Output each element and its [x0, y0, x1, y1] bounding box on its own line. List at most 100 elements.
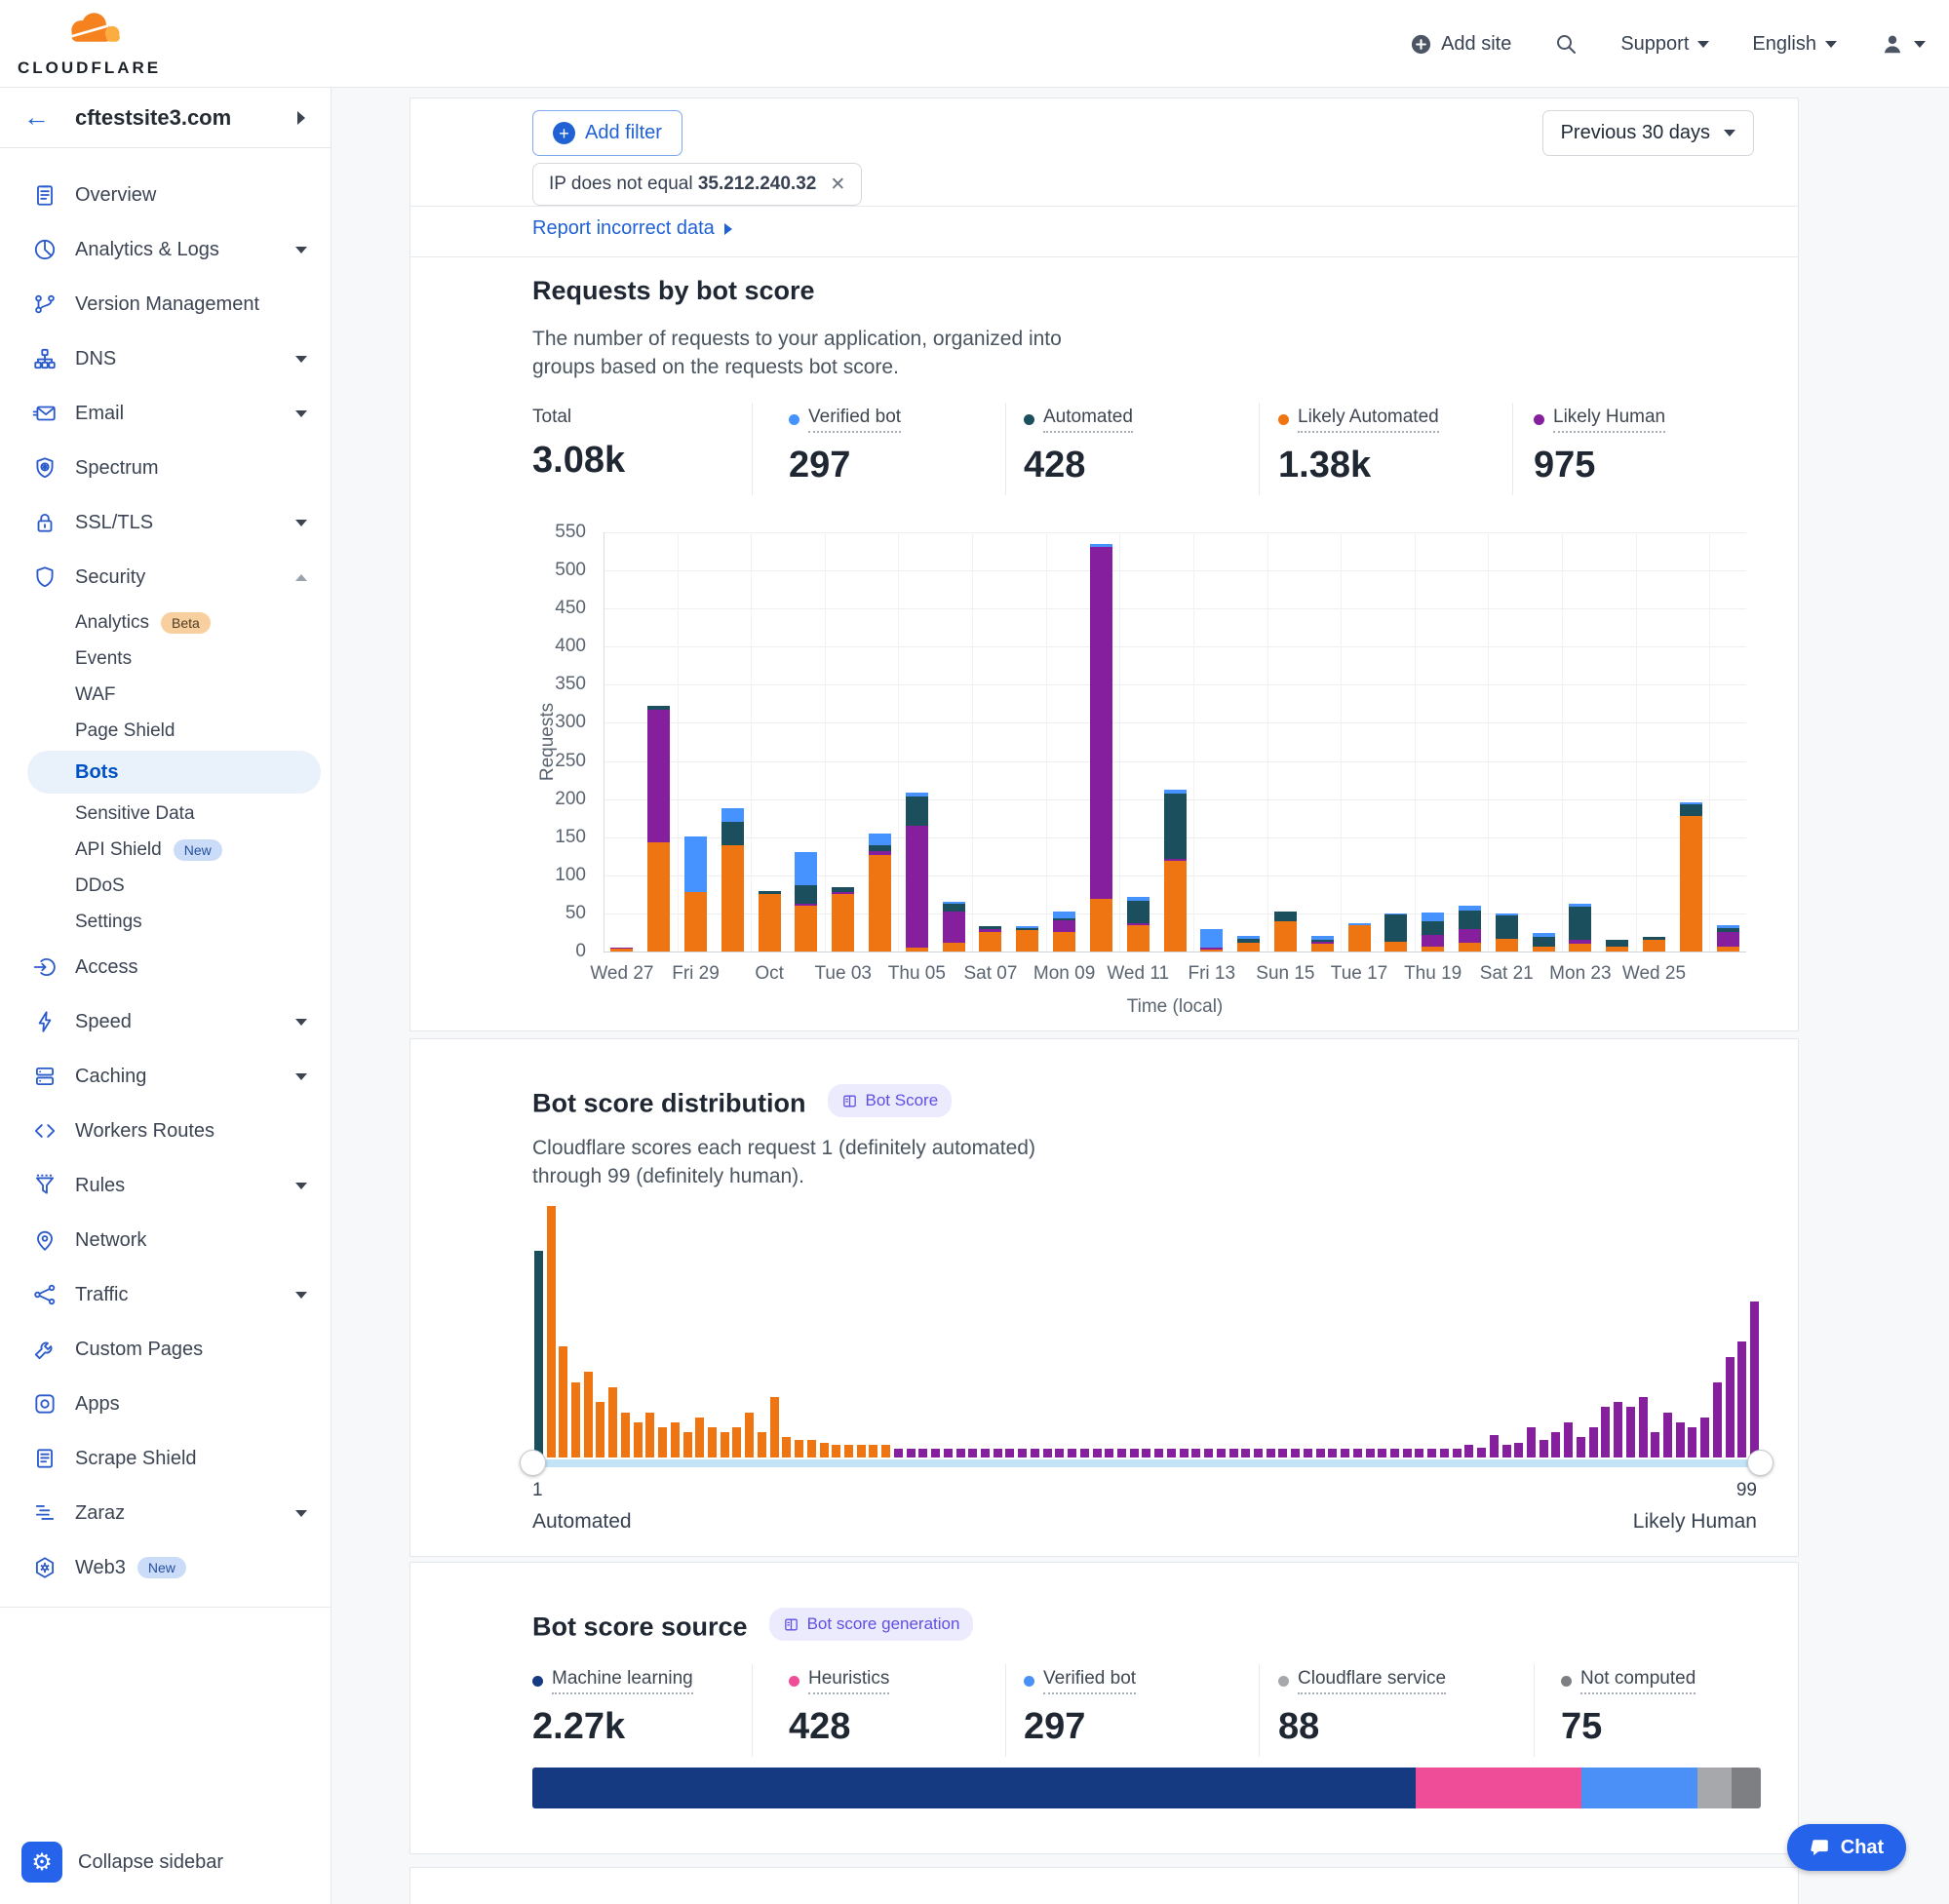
legend-dot: [1024, 1676, 1034, 1687]
chevron-right-icon[interactable]: [297, 111, 305, 125]
histogram-bar: [1427, 1449, 1436, 1457]
bar-segment-likely-human: [1311, 942, 1334, 944]
stat-label[interactable]: Machine learning: [552, 1668, 693, 1694]
filter-chip[interactable]: IP does not equal 35.212.240.32 ✕: [532, 163, 862, 206]
sidebar-item-sensitive-data[interactable]: Sensitive Data: [0, 796, 331, 832]
histogram-bar: [1688, 1427, 1696, 1457]
stat-machine-learning: Machine learning2.27k: [532, 1668, 693, 1748]
sidebar-item-workers-routes[interactable]: Workers Routes: [0, 1104, 331, 1158]
sidebar-item-custom-pages[interactable]: Custom Pages: [0, 1322, 331, 1377]
sidebar-item-label: Analytics & Logs: [75, 239, 219, 261]
stat-label[interactable]: Likely Automated: [1298, 407, 1439, 433]
back-arrow-icon[interactable]: ←: [23, 104, 50, 131]
add-site-button[interactable]: Add site: [1410, 33, 1511, 56]
sidebar-item-ddos[interactable]: DDoS: [0, 868, 331, 904]
source-stats: Machine learning2.27kHeuristics428Verifi…: [410, 1668, 1798, 1770]
bar-segment-likely-human: [795, 904, 817, 906]
slider-handle-max[interactable]: [1747, 1450, 1774, 1476]
plus-circle-icon: [1410, 33, 1432, 56]
sidebar-item-spectrum[interactable]: Spectrum: [0, 441, 331, 495]
histogram-bar: [1440, 1449, 1449, 1457]
bar-segment-verified-bot: [1200, 929, 1223, 949]
chevron-down-icon: [1697, 41, 1709, 48]
histogram-bar: [1316, 1449, 1325, 1457]
bot-score-generation-badge[interactable]: Bot score generation: [769, 1608, 974, 1641]
sidebar-item-access[interactable]: Access: [0, 940, 331, 994]
sidebar-item-scrape-shield[interactable]: Scrape Shield: [0, 1431, 331, 1486]
close-icon[interactable]: ✕: [830, 174, 845, 196]
gridline: [1636, 532, 1637, 952]
language-menu[interactable]: English: [1752, 33, 1837, 56]
sidebar-item-dns[interactable]: DNS: [0, 331, 331, 386]
histogram-bar: [981, 1449, 990, 1457]
histogram-bar: [968, 1449, 977, 1457]
report-incorrect-data-link[interactable]: Report incorrect data: [532, 217, 732, 240]
sidebar-item-web3[interactable]: Web3New: [0, 1540, 331, 1595]
stat-label[interactable]: Not computed: [1580, 1668, 1696, 1694]
histogram-bar: [559, 1346, 567, 1457]
legend-dot: [1561, 1676, 1572, 1687]
sidebar-item-speed[interactable]: Speed: [0, 994, 331, 1049]
histogram-bar: [918, 1449, 927, 1457]
histogram-bar: [832, 1445, 840, 1457]
branch-icon: [32, 291, 58, 317]
sidebar-item-bots[interactable]: Bots: [27, 751, 321, 794]
account-menu[interactable]: [1880, 31, 1926, 57]
sidebar-item-traffic[interactable]: Traffic: [0, 1267, 331, 1322]
bar-segment-likely-automated: [1348, 925, 1371, 952]
cloudflare-logo[interactable]: CLOUDFLARE: [18, 4, 164, 84]
stat-label[interactable]: Likely Human: [1553, 407, 1665, 433]
stat-label[interactable]: Verified bot: [1043, 1668, 1136, 1694]
sidebar-item-events[interactable]: Events: [0, 641, 331, 677]
sidebar-item-label: Access: [75, 956, 137, 979]
slider-handle-min[interactable]: [520, 1450, 546, 1476]
collapse-sidebar-button[interactable]: ⚙ Collapse sidebar: [0, 1842, 331, 1883]
stat-value: 3.08k: [532, 440, 625, 482]
sidebar-item-analytics-logs[interactable]: Analytics & Logs: [0, 222, 331, 277]
histogram-bar: [944, 1449, 953, 1457]
sidebar-item-caching[interactable]: Caching: [0, 1049, 331, 1104]
histogram-bar: [1018, 1449, 1027, 1457]
chevron-down-icon: [295, 410, 307, 417]
date-range-dropdown[interactable]: Previous 30 days: [1542, 110, 1754, 156]
sidebar-item-security[interactable]: Security: [0, 550, 331, 604]
sidebar-item-settings[interactable]: Settings: [0, 904, 331, 940]
sidebar-item-email[interactable]: Email: [0, 386, 331, 441]
sidebar-item-label: Traffic: [75, 1284, 128, 1306]
bar-segment-verified-bot: [1384, 913, 1407, 915]
site-switcher[interactable]: ← cftestsite3.com: [0, 88, 331, 148]
add-filter-button[interactable]: + Add filter: [532, 110, 682, 156]
bar-segment-likely-human: [1459, 929, 1481, 944]
support-menu[interactable]: Support: [1620, 33, 1709, 56]
sidebar-item-network[interactable]: Network: [0, 1213, 331, 1267]
bar-segment-likely-human: [979, 929, 1001, 933]
stat-label[interactable]: Automated: [1043, 407, 1133, 433]
document-icon: [32, 1446, 58, 1471]
bot-score-badge[interactable]: Bot Score: [828, 1084, 953, 1117]
sidebar-item-rules[interactable]: Rules: [0, 1158, 331, 1213]
sidebar-item-zaraz[interactable]: Zaraz: [0, 1486, 331, 1540]
header-nav: Add site Support English: [1410, 0, 1926, 88]
chat-button[interactable]: Chat: [1787, 1824, 1906, 1871]
stat-label[interactable]: Verified bot: [808, 407, 901, 433]
sidebar-item-label: Rules: [75, 1175, 125, 1197]
server-stack-icon: [32, 1064, 58, 1089]
score-range-slider[interactable]: [532, 1459, 1761, 1467]
map-pin-icon: [32, 1227, 58, 1253]
sidebar-item-ssl-tls[interactable]: SSL/TLS: [0, 495, 331, 550]
sidebar-item-apps[interactable]: Apps: [0, 1377, 331, 1431]
sidebar-item-analytics[interactable]: AnalyticsBeta: [0, 604, 331, 641]
sidebar-item-waf[interactable]: WAF: [0, 677, 331, 713]
sidebar-item-page-shield[interactable]: Page Shield: [0, 713, 331, 749]
stat-label[interactable]: Cloudflare service: [1298, 1668, 1446, 1694]
stat-label[interactable]: Heuristics: [808, 1668, 889, 1694]
bar-segment-verified-bot: [1237, 936, 1260, 938]
sidebar-item-overview[interactable]: Overview: [0, 168, 331, 222]
sidebar-item-api-shield[interactable]: API ShieldNew: [0, 832, 331, 868]
histogram-bar: [782, 1437, 791, 1457]
sidebar-item-version-management[interactable]: Version Management: [0, 277, 331, 331]
histogram-bar: [1737, 1341, 1746, 1457]
histogram-bar: [1551, 1432, 1560, 1457]
gear-icon[interactable]: ⚙: [21, 1842, 62, 1883]
search-button[interactable]: [1554, 32, 1578, 56]
